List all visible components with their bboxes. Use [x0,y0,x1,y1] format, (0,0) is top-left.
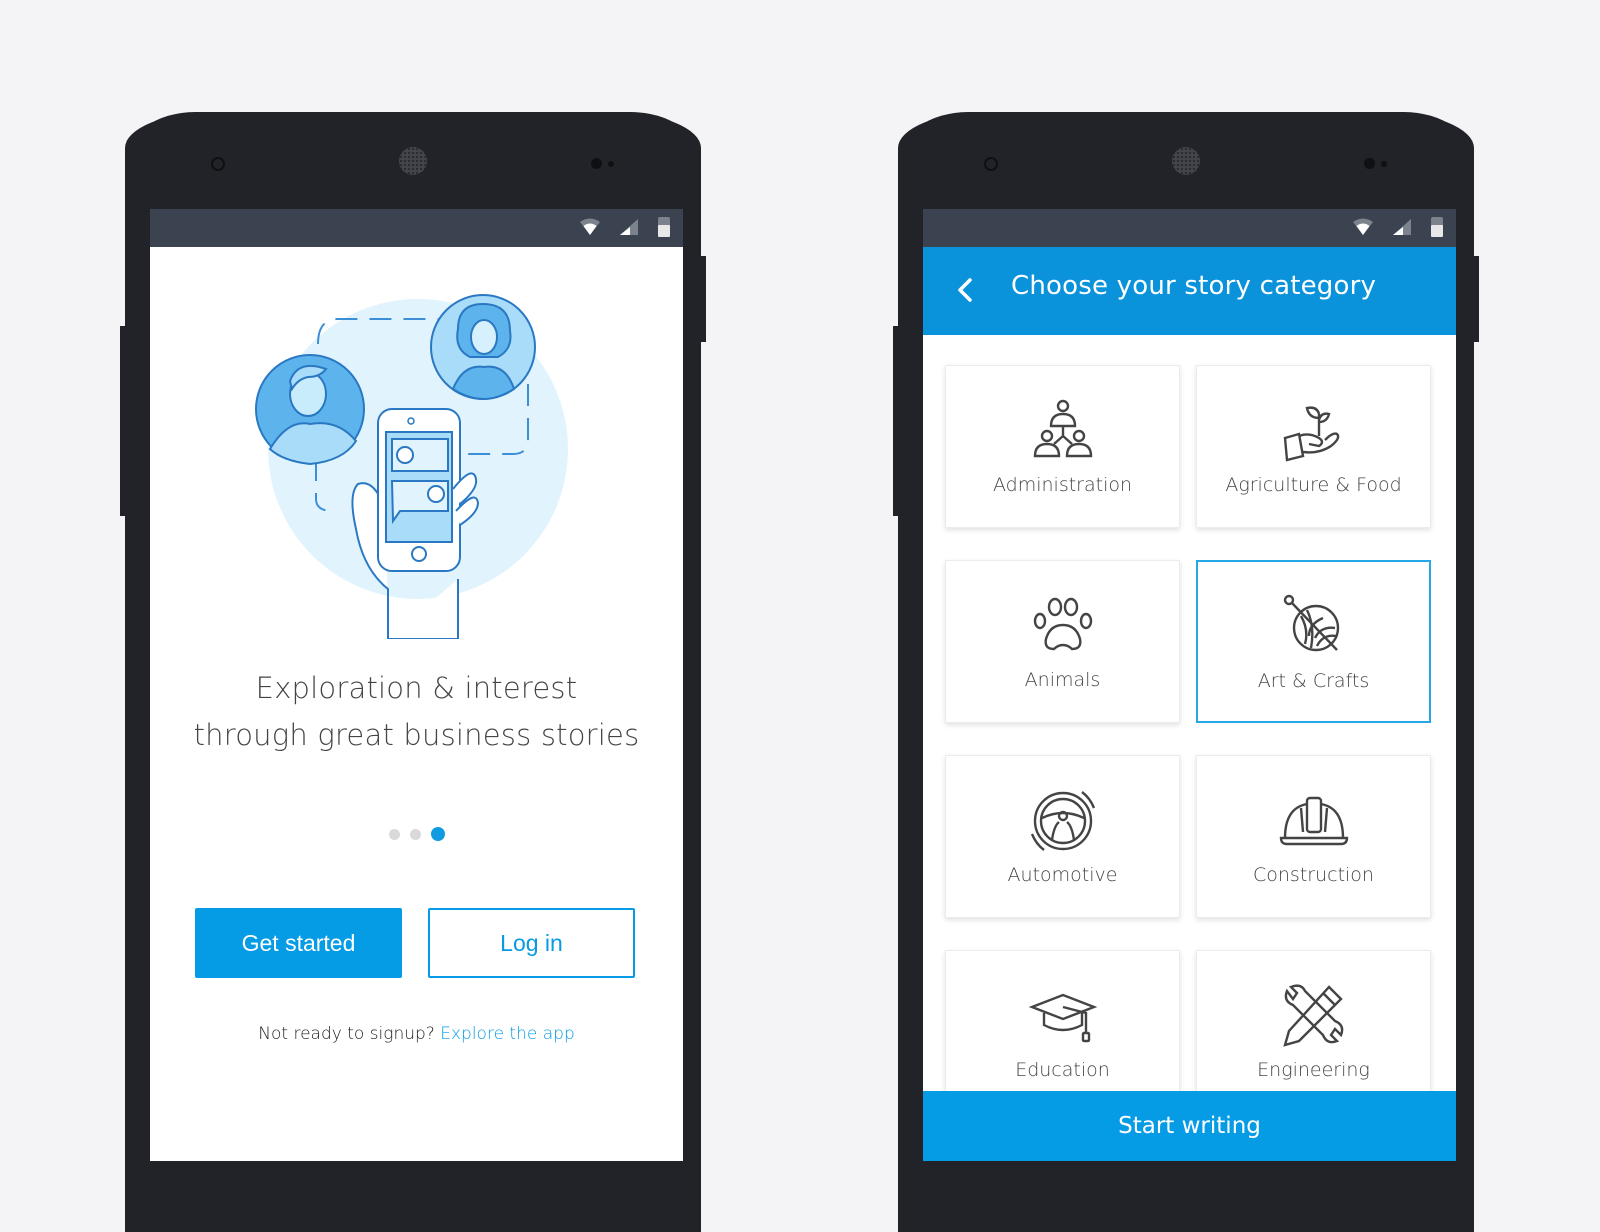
category-card-art-crafts[interactable]: Art & Crafts [1196,560,1431,723]
hand-plant-icon [1283,406,1339,462]
earpiece-speaker [1172,147,1200,175]
phone-categories: Choose your story category Administratio… [893,112,1479,1232]
chevron-left-icon[interactable] [951,275,981,305]
log-in-button[interactable]: Log in [428,908,635,978]
power-button [1473,256,1479,342]
category-screen: Choose your story category Administratio… [923,209,1456,1161]
page-dot-1[interactable] [388,828,400,840]
get-started-button[interactable]: Get started [195,908,402,978]
sensor [608,161,614,167]
paw-icon [1033,597,1092,651]
power-button [700,256,706,342]
sensor [1364,158,1375,169]
category-card-construction[interactable]: Construction [1196,755,1431,918]
category-card-administration[interactable]: Administration [945,365,1180,528]
signal-icon [619,218,639,241]
battery-icon [1430,216,1444,243]
category-label: Education [1015,1059,1110,1081]
page-dot-3-active[interactable] [430,827,445,841]
earpiece-speaker [399,147,427,175]
category-label: Automotive [1007,864,1118,886]
category-card-animals[interactable]: Animals [945,560,1180,723]
woman-avatar [430,294,536,401]
signup-note: Not ready to signup? Explore the app [258,1024,575,1044]
page-title: Choose your story category [1011,271,1377,301]
wifi-icon [1352,218,1374,241]
category-label: Agriculture & Food [1225,474,1402,496]
front-camera [984,157,998,171]
start-writing-button[interactable]: Start writing [923,1091,1456,1161]
wrench-pencil-icon [1282,984,1343,1047]
wifi-icon [579,218,601,241]
hard-hat-icon [1279,796,1348,846]
category-card-automotive[interactable]: Automotive [945,755,1180,918]
status-bar [150,209,683,247]
category-card-education[interactable]: Education [945,950,1180,1113]
volume-button [120,326,126,516]
volume-button [893,326,899,516]
battery-icon [657,216,671,243]
page-dot-2[interactable] [409,828,421,840]
category-label: Animals [1024,669,1101,691]
status-bar [923,209,1456,247]
people-hierarchy-icon [1033,399,1092,458]
page-indicator [150,827,683,841]
steering-wheel-icon [1030,791,1095,851]
graduation-cap-icon [1028,993,1097,1043]
category-label: Administration [992,474,1133,496]
sensor [1381,161,1387,167]
man-avatar [255,354,365,466]
category-card-agriculture-food[interactable]: Agriculture & Food [1196,365,1431,528]
category-card-engineering[interactable]: Engineering [1196,950,1431,1113]
app-bar: Choose your story category [923,247,1456,335]
onboarding-headline: Exploration & interest through great bus… [193,671,640,752]
sensor [591,158,602,169]
category-label: Art & Crafts [1257,670,1370,692]
front-camera [211,157,225,171]
category-label: Construction [1253,864,1374,886]
signal-icon [1392,218,1412,241]
explore-app-link[interactable]: Explore the app [440,1024,575,1044]
onboarding-illustration [255,294,568,639]
phone-onboarding: Exploration & interest through great bus… [120,112,706,1232]
onboarding-screen: Exploration & interest through great bus… [150,209,683,1161]
yarn-ball-icon [1283,594,1339,652]
category-label: Engineering [1257,1059,1370,1081]
